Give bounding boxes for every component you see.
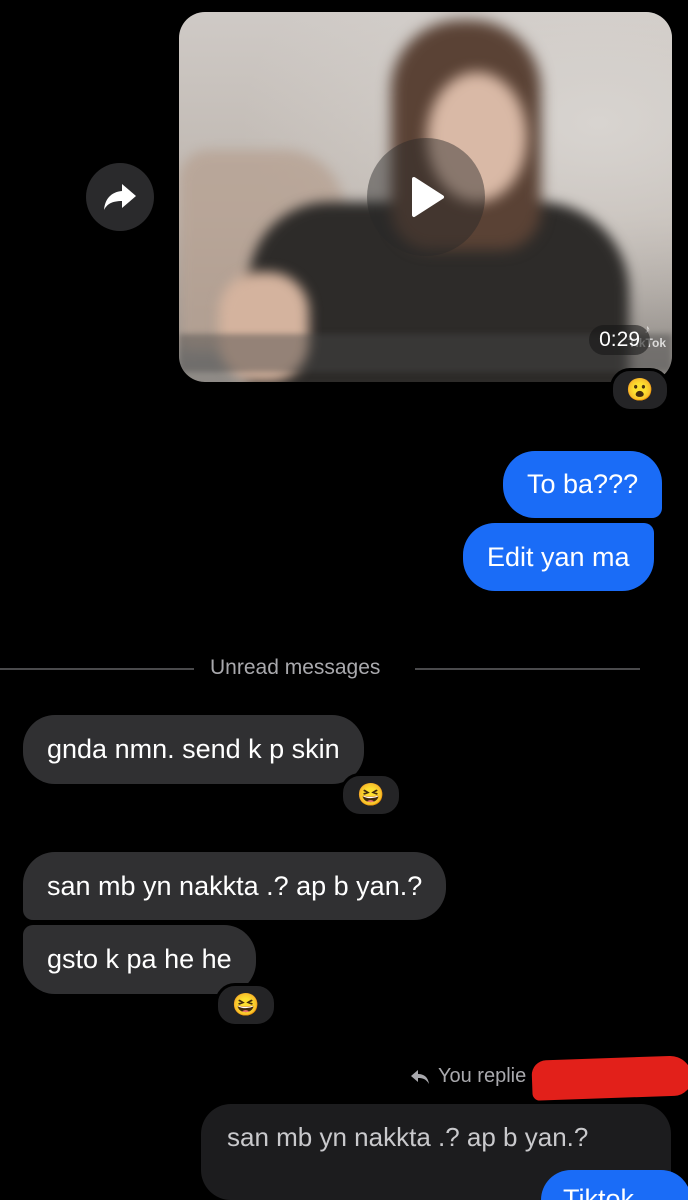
message-text: Tiktok: [563, 1184, 635, 1200]
incoming-message[interactable]: san mb yn nakkta .? ap b yan.?: [23, 852, 447, 920]
unread-divider-label: Unread messages: [210, 656, 381, 679]
message-text: Edit yan ma: [487, 541, 630, 572]
video-attachment[interactable]: ♪TikTok 0:29: [179, 12, 672, 382]
forward-button[interactable]: [86, 163, 154, 231]
divider-line-right: [415, 668, 640, 670]
video-duration: 0:29: [589, 325, 650, 355]
quoted-text: san mb yn nakkta .? ap b yan.?: [227, 1122, 589, 1152]
reply-label: You replie: [438, 1065, 527, 1087]
outgoing-message[interactable]: To ba???: [503, 451, 663, 518]
message-text: To ba???: [527, 469, 639, 499]
message-reaction[interactable]: 😆: [215, 983, 277, 1027]
video-reaction[interactable]: 😮: [610, 368, 670, 412]
incoming-message[interactable]: gnda nmn. send k p skin: [23, 715, 364, 784]
redaction-mark: [531, 1055, 688, 1101]
reply-indicator: You replie: [410, 1065, 526, 1088]
message-text: gnda nmn. send k p skin: [47, 734, 340, 764]
forward-icon: [104, 184, 136, 210]
divider-line-left: [0, 668, 194, 670]
reply-icon: [411, 1069, 429, 1084]
message-reaction[interactable]: 😆: [340, 773, 402, 817]
incoming-message[interactable]: gsto k pa he he: [23, 925, 256, 994]
play-button[interactable]: [367, 138, 485, 256]
outgoing-message[interactable]: Edit yan ma: [463, 523, 654, 591]
chat-screen: ♪TikTok 0:29 😮 To ba??? Edit yan ma Unre…: [0, 0, 688, 1200]
message-text: gsto k pa he he: [47, 944, 232, 974]
play-icon: [412, 177, 444, 217]
outgoing-message-partial[interactable]: Tiktok: [541, 1170, 688, 1200]
message-text: san mb yn nakkta .? ap b yan.?: [47, 870, 423, 901]
